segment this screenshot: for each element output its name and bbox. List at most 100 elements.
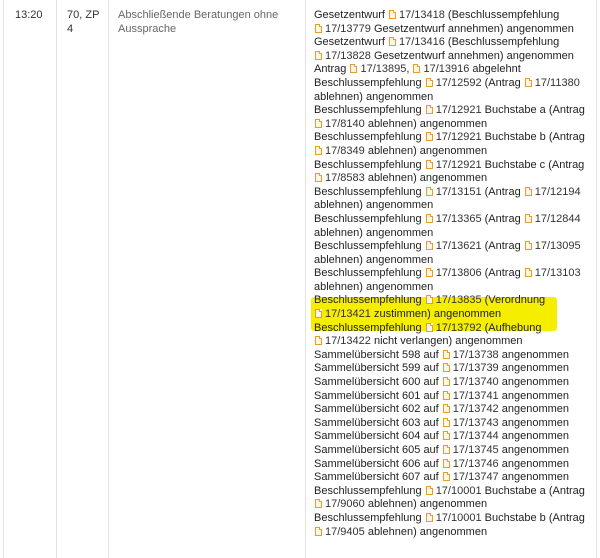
result-text: nicht verlangen) angenommen [370,335,523,348]
document-link[interactable]: 17/13421 [325,308,371,320]
result-text: angenommen [498,430,570,443]
result-line: Sammelübersicht 600 auf 17/13740 angenom… [314,376,598,390]
document-link[interactable]: 17/13418 [399,9,445,21]
result-text: Beschlussempfehlung [314,484,425,497]
document-link[interactable]: 17/8140 [325,118,365,130]
row-number: 70, ZP 4 [67,9,100,35]
document-link[interactable]: 17/13739 [453,362,499,374]
document-link[interactable]: 17/13741 [453,390,499,402]
result-text: angenommen [498,376,570,389]
document-icon [425,322,433,332]
document-link[interactable]: 17/12921 [436,104,482,116]
document-link[interactable]: 17/13151 [436,186,482,198]
document-link[interactable]: 17/9060 [325,498,365,510]
document-link[interactable]: 17/13740 [453,376,499,388]
document-link[interactable]: 17/13738 [453,349,499,361]
document-icon [442,458,450,468]
document-icon [425,159,433,169]
result-text: Beschlussempfehlung [314,267,425,280]
result-text: Gesetzentwurf annehmen) angenommen [370,49,574,62]
result-line: Sammelübersicht 598 auf 17/13738 angenom… [314,349,598,363]
result-text: Beschlussempfehlung [314,76,425,89]
result-line: 17/13422 nicht verlangen) angenommen [314,335,598,349]
document-link[interactable]: 17/8583 [325,172,365,184]
result-line: Beschlussempfehlung 17/12592 (Antrag 17/… [314,77,598,91]
document-link[interactable]: 17/13745 [453,444,499,456]
result-line: Sammelübersicht 607 auf 17/13747 angenom… [314,471,598,485]
document-link[interactable]: 17/13779 [325,23,371,35]
document-icon [442,472,450,482]
document-link[interactable]: 17/13792 [436,322,482,334]
result-text: angenommen [498,471,570,484]
document-link[interactable]: 17/13742 [453,403,499,415]
document-link[interactable]: 17/13747 [453,471,499,483]
document-link[interactable]: 17/11380 [535,77,580,89]
grid-line [305,0,306,558]
result-text: (Antrag [481,212,524,225]
document-icon [388,10,396,19]
result-text: Sammelübersicht 605 auf [314,444,442,456]
result-text: Sammelübersicht 607 auf [314,471,442,484]
document-icon [442,404,450,414]
document-icon [350,64,358,74]
document-link[interactable]: 17/9405 [325,526,365,538]
document-link[interactable]: 17/13095 [535,240,581,252]
result-line: Beschlussempfehlung 17/13621 (Antrag 17/… [314,240,598,254]
document-link[interactable]: 17/10001 [436,512,482,524]
result-line: 17/8583 ablehnen) angenommen [314,172,598,186]
document-link[interactable]: 17/13806 [436,267,482,279]
result-text: ablehnen) angenommen [314,280,434,293]
document-link[interactable]: 17/12194 [535,186,581,198]
result-line: ablehnen) angenommen [314,281,598,295]
result-text: Buchstabe b (Antrag [481,511,585,524]
document-icon [442,349,450,359]
result-text: zustimmen) angenommen [370,308,502,321]
result-text: Beschlussempfehlung [314,212,425,225]
document-link[interactable]: 17/13103 [535,267,581,279]
document-link[interactable]: 17/12844 [535,213,581,225]
result-line: Sammelübersicht 602 auf 17/13742 angenom… [314,403,598,417]
document-link[interactable]: 17/12921 [436,159,482,171]
document-icon [315,499,322,509]
result-text: angenommen [498,348,570,361]
document-link[interactable]: 17/13416 [399,36,445,48]
result-text: Sammelübersicht 602 auf [314,403,442,416]
result-text: (Verordnung [481,294,546,307]
result-line: Beschlussempfehlung 17/13792 (Aufhebung [314,322,598,336]
result-text: , [406,63,413,76]
result-text: angenommen [498,403,570,416]
document-link[interactable]: 17/13746 [453,458,499,470]
result-text: Gesetzentwurf [314,36,388,49]
result-line: ablehnen) angenommen [314,199,598,213]
document-link[interactable]: 17/13743 [453,417,499,429]
result-text: ablehnen) angenommen [364,172,488,185]
document-link[interactable]: 17/13916 [423,63,469,75]
result-text: ablehnen) angenommen [314,199,434,212]
result-line: ablehnen) angenommen [314,254,598,268]
result-text: ablehnen) angenommen [314,253,434,266]
document-icon [425,241,433,251]
result-line: Sammelübersicht 601 auf 17/13741 angenom… [314,390,598,404]
document-link[interactable]: 17/13835 [436,294,482,306]
document-icon [425,105,433,115]
document-link[interactable]: 17/12592 [436,77,482,89]
grid-line [108,0,109,558]
document-link[interactable]: 17/13365 [436,213,482,225]
document-link[interactable]: 17/13828 [325,50,371,62]
result-text: ablehnen) angenommen [364,144,488,157]
document-link[interactable]: 17/10001 [436,485,482,497]
result-text: Sammelübersicht 604 auf [314,430,442,443]
document-link[interactable]: 17/8349 [325,145,365,157]
document-link[interactable]: 17/13895 [360,63,406,75]
grid-line [56,0,57,558]
document-link[interactable]: 17/13422 [325,335,371,347]
document-icon [524,241,532,251]
result-text: Buchstabe b (Antrag [481,131,585,144]
result-text: Sammelübersicht 603 auf [314,416,442,429]
document-link[interactable]: 17/13621 [436,240,482,252]
result-line: Beschlussempfehlung 17/13806 (Antrag 17/… [314,267,598,281]
result-line: 17/13421 zustimmen) angenommen [314,308,598,322]
row-topic: Abschließende Beratungen ohne Aussprache [118,9,279,35]
document-link[interactable]: 17/12921 [436,131,482,143]
document-link[interactable]: 17/13744 [453,430,499,442]
